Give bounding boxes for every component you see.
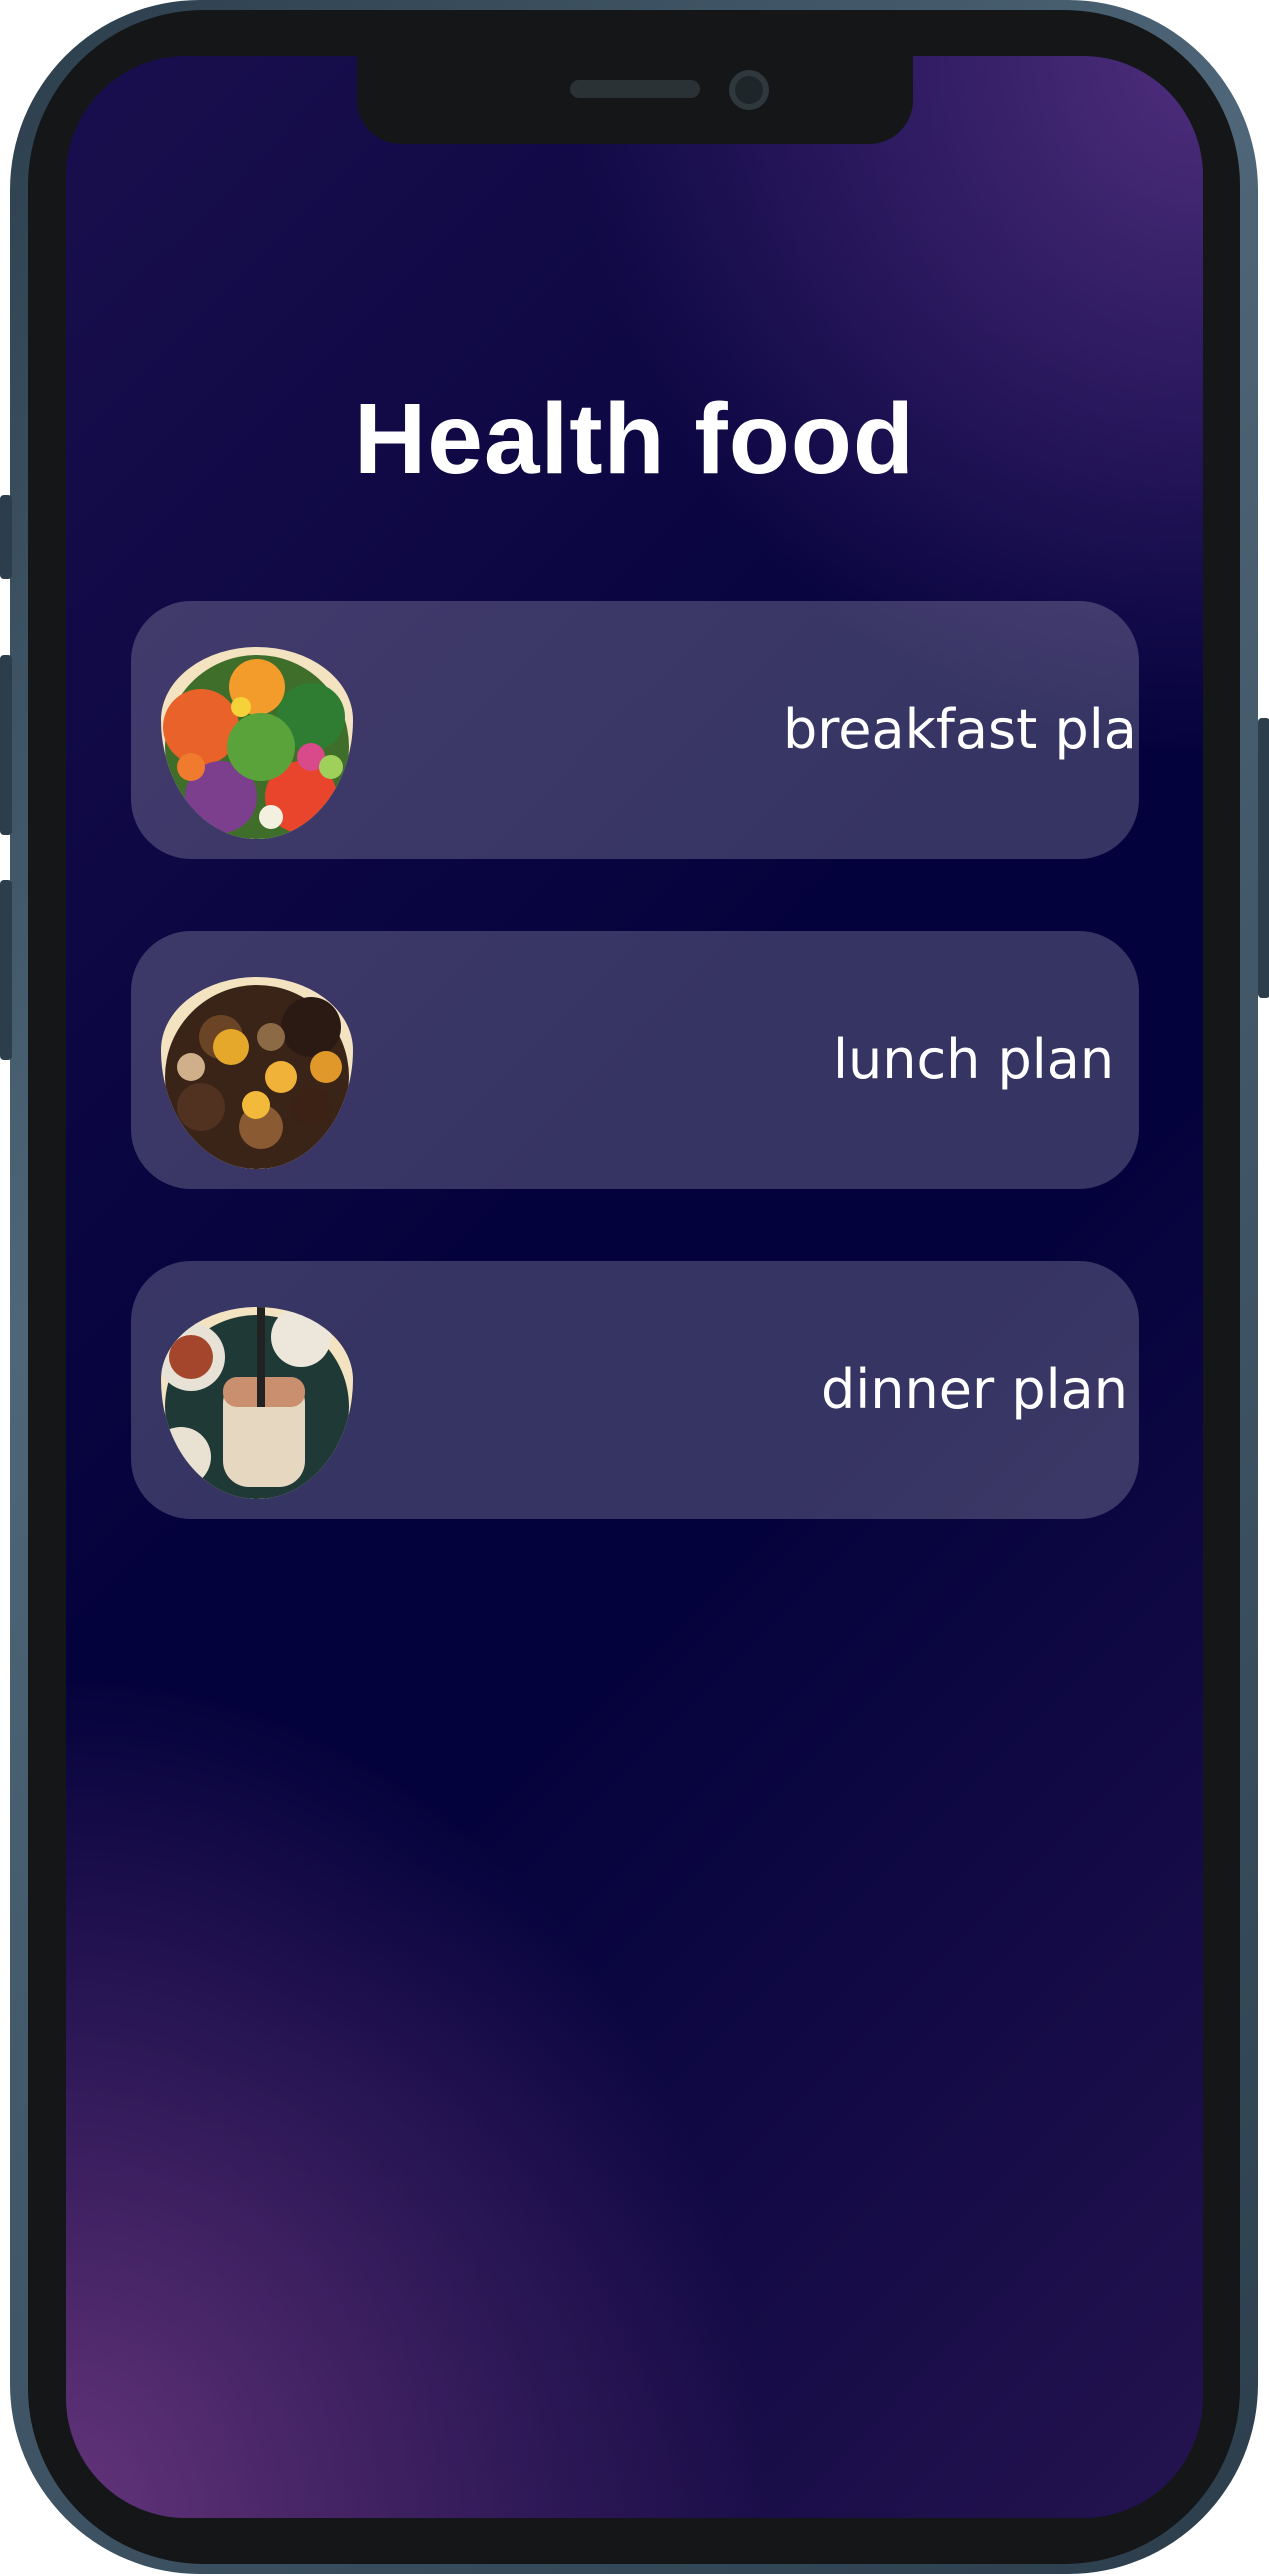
power-button (1258, 718, 1269, 998)
page-title: Health food (354, 383, 915, 495)
plan-card-breakfast[interactable]: breakfast plan (131, 601, 1139, 859)
notch (357, 56, 913, 144)
lunch-thumbnail (161, 977, 353, 1169)
volume-up-button (0, 655, 12, 835)
plan-label: breakfast plan (783, 698, 1139, 761)
speaker-grille (570, 80, 700, 98)
camera-icon (729, 70, 769, 110)
plan-label: dinner plan (821, 1358, 1128, 1421)
volume-down-button (0, 880, 12, 1060)
plan-card-dinner[interactable]: dinner plan (131, 1261, 1139, 1519)
plan-card-lunch[interactable]: lunch plan (131, 931, 1139, 1189)
silent-switch (0, 495, 12, 579)
screen: Health food breakfast plan lunch plan di… (66, 56, 1203, 2518)
breakfast-thumbnail (161, 647, 353, 839)
dinner-thumbnail (161, 1307, 353, 1499)
plan-label: lunch plan (833, 1028, 1115, 1091)
